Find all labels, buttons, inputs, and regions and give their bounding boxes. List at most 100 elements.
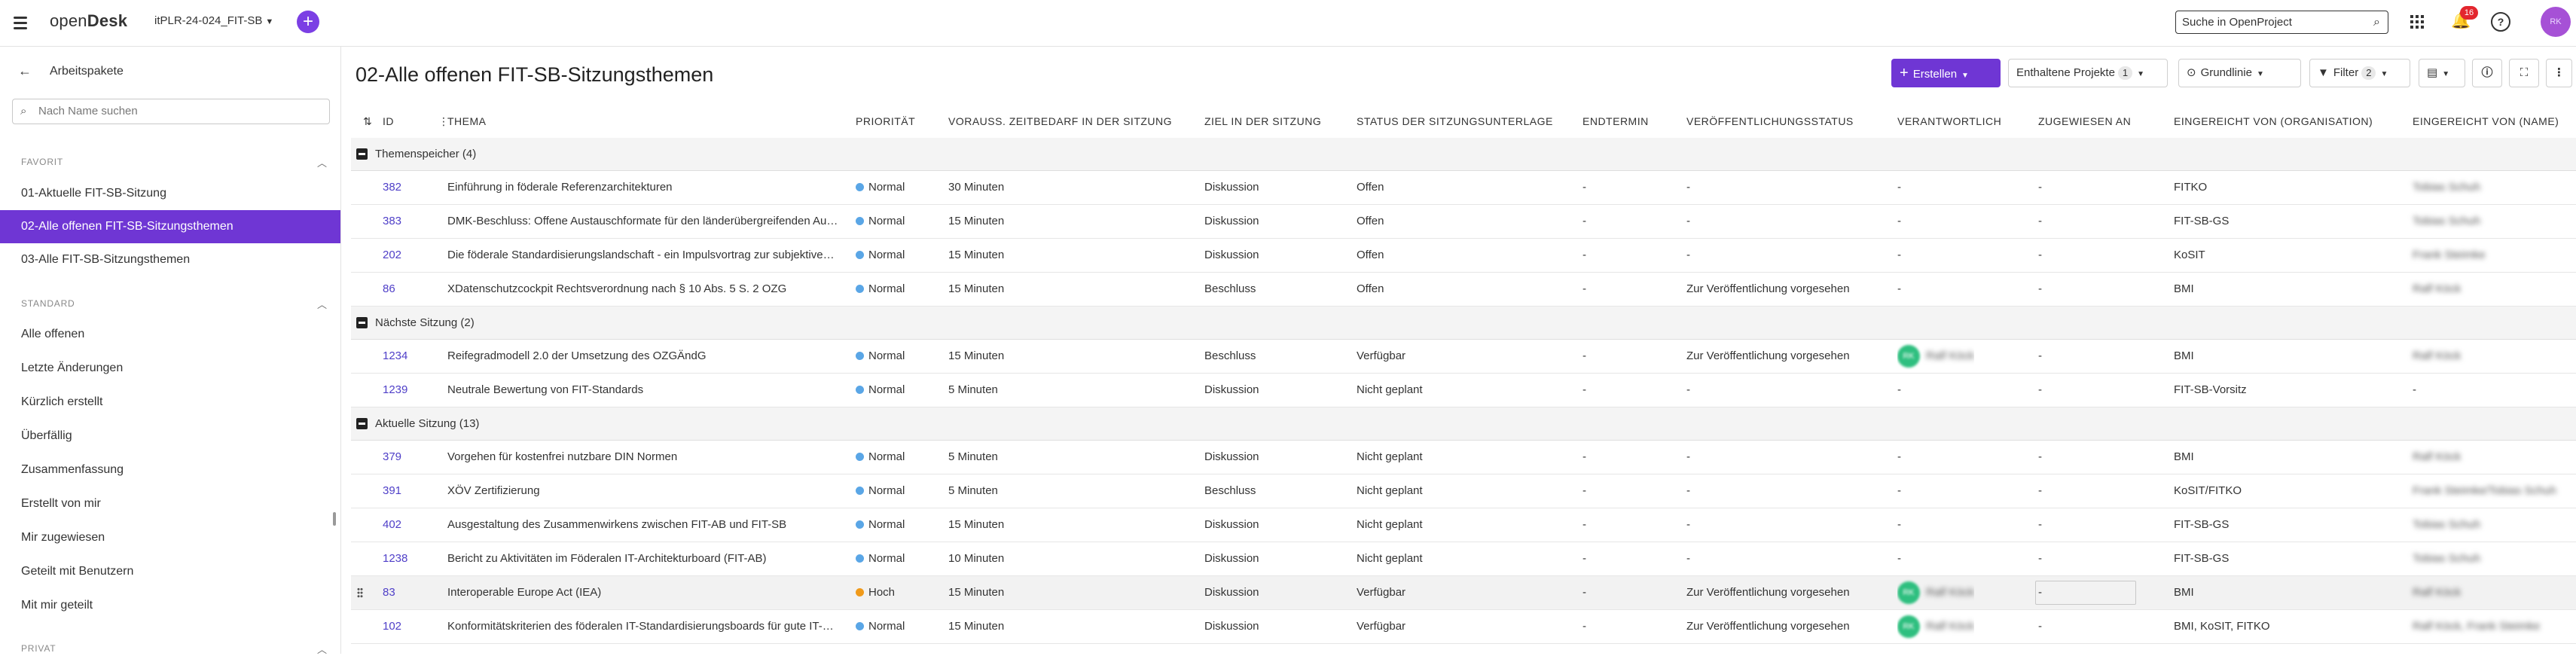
time-estimate-cell[interactable]: 5 Minuten [948, 474, 998, 508]
table-row[interactable]: 102 Konformitätskriterien des föderalen I… [351, 610, 2576, 644]
work-package-id-link[interactable]: 1239 [383, 374, 407, 407]
submitter-name-cell[interactable]: Frank Steimke/Tobias Schuh [2413, 474, 2571, 508]
collapse-group-icon[interactable] [356, 148, 368, 160]
submitter-organisation-cell[interactable]: BMI [2174, 273, 2400, 306]
time-estimate-cell[interactable]: 5 Minuten [948, 374, 998, 407]
time-estimate-cell[interactable]: 15 Minuten [948, 340, 1004, 373]
goal-cell[interactable]: Diskussion [1204, 205, 1259, 238]
work-package-id-link[interactable]: 202 [383, 239, 401, 272]
column-header-ziel[interactable]: ZIEL IN DER SITZUNG [1204, 105, 1321, 138]
create-button[interactable]: + Erstellen ▼ [1891, 59, 2001, 87]
publication-status-cell[interactable]: Zur Veröffentlichung vorgesehen [1686, 576, 1890, 609]
included-projects-button[interactable]: Enthaltene Projekte 1 ▼ [2008, 59, 2168, 87]
sidebar-item-erstellt-von-mir[interactable]: Erstellt von mir [0, 487, 340, 520]
work-package-subject[interactable]: Einführung in föderale Referenzarchitekt… [447, 171, 839, 204]
publication-status-cell[interactable]: Zur Veröffentlichung vorgesehen [1686, 610, 1890, 643]
priority-cell[interactable]: Normal [856, 441, 905, 474]
priority-cell[interactable]: Normal [856, 542, 905, 575]
drag-handle-icon[interactable] [357, 587, 363, 598]
time-estimate-cell[interactable]: 15 Minuten [948, 508, 1004, 542]
responsible-cell[interactable]: RK Ralf Köck [1897, 610, 1974, 643]
work-package-subject[interactable]: XÖV Zertifizierung [447, 474, 839, 508]
publication-status-cell[interactable]: - [1686, 205, 1890, 238]
goal-cell[interactable]: Diskussion [1204, 542, 1259, 575]
work-package-subject[interactable]: XDatenschutzcockpit Rechtsverordnung nac… [447, 273, 839, 306]
column-header-prioritaet[interactable]: PRIORITÄT [856, 105, 915, 138]
work-package-id-link[interactable]: 1234 [383, 340, 407, 373]
collapse-group-icon[interactable] [356, 317, 368, 328]
submitter-name-cell[interactable]: Tobias Schuh [2413, 542, 2571, 575]
assignee-cell[interactable]: - [2038, 474, 2042, 508]
responsible-cell[interactable]: - [1897, 441, 1901, 474]
document-status-cell[interactable]: Nicht geplant [1357, 441, 1423, 474]
priority-cell[interactable]: Normal [856, 273, 905, 306]
column-header-status-unterlage[interactable]: STATUS DER SITZUNGSUNTERLAGE [1357, 105, 1553, 138]
sidebar-item-geteilt-mit-benutzern[interactable]: Geteilt mit Benutzern [0, 555, 340, 588]
document-status-cell[interactable]: Nicht geplant [1357, 374, 1423, 407]
submitter-organisation-cell[interactable]: BMI [2174, 340, 2400, 373]
work-package-subject[interactable]: Konformitätskriterien des föderalen IT-S… [447, 610, 839, 643]
responsible-cell[interactable]: - [1897, 273, 1901, 306]
sidebar-item-aktuelle-sitzung[interactable]: 01-Aktuelle FIT-SB-Sitzung [0, 177, 340, 210]
time-estimate-cell[interactable]: 30 Minuten [948, 171, 1004, 204]
goal-cell[interactable]: Diskussion [1204, 374, 1259, 407]
due-date-cell[interactable]: - [1583, 542, 1586, 575]
sidebar-item-zusammenfassung[interactable]: Zusammenfassung [0, 453, 340, 487]
responsible-cell[interactable]: - [1897, 508, 1901, 542]
time-estimate-cell[interactable]: 15 Minuten [948, 239, 1004, 272]
app-grid-icon[interactable] [2410, 15, 2424, 29]
submitter-name-cell[interactable]: Ralf Köck [2413, 340, 2571, 373]
submitter-name-cell[interactable]: Tobias Schuh [2413, 205, 2571, 238]
goal-cell[interactable]: Diskussion [1204, 239, 1259, 272]
details-view-button[interactable]: ⓘ [2472, 59, 2502, 87]
column-header-id[interactable]: ID [383, 105, 394, 138]
work-package-subject[interactable]: Die föderale Standardisierungslandschaft… [447, 239, 839, 272]
table-row[interactable]: 86 XDatenschutzcockpit Rechtsverordnung n… [351, 273, 2576, 307]
document-status-cell[interactable]: Offen [1357, 239, 1384, 272]
filter-button[interactable]: ▼ Filter 2 ▼ [2309, 59, 2410, 87]
column-header-zugewiesen-an[interactable]: ZUGEWIESEN AN [2038, 105, 2131, 138]
assignee-edit-field[interactable] [2035, 581, 2136, 605]
document-status-cell[interactable]: Offen [1357, 273, 1384, 306]
assignee-cell[interactable]: - [2038, 441, 2042, 474]
assignee-cell[interactable]: - [2038, 576, 2042, 609]
assignee-cell[interactable]: - [2038, 205, 2042, 238]
table-row[interactable]: 402 Ausgestaltung des Zusammenwirkens zwi… [351, 508, 2576, 542]
sidebar-search-input[interactable]: ⌕ Nach Name suchen [12, 99, 330, 124]
document-status-cell[interactable]: Nicht geplant [1357, 542, 1423, 575]
due-date-cell[interactable]: - [1583, 273, 1586, 306]
due-date-cell[interactable]: - [1583, 441, 1586, 474]
publication-status-cell[interactable]: - [1686, 508, 1890, 542]
table-row[interactable]: 383 DMK-Beschluss: Offene Austauschformat… [351, 205, 2576, 239]
due-date-cell[interactable]: - [1583, 340, 1586, 373]
goal-cell[interactable]: Diskussion [1204, 508, 1259, 542]
column-header-verantwortlich[interactable]: VERANTWORTLICH [1897, 105, 2001, 138]
work-package-subject[interactable]: Ausgestaltung des Zusammenwirkens zwisch… [447, 508, 839, 542]
collapse-group-icon[interactable] [356, 418, 368, 429]
submitter-organisation-cell[interactable]: FIT-SB-GS [2174, 542, 2400, 575]
publication-status-cell[interactable]: - [1686, 441, 1890, 474]
assignee-cell[interactable]: - [2038, 340, 2042, 373]
responsible-cell[interactable]: - [1897, 474, 1901, 508]
submitter-organisation-cell[interactable]: BMI [2174, 441, 2400, 474]
more-actions-button[interactable]: ⋮ [2546, 59, 2572, 87]
user-avatar[interactable]: RK [2541, 7, 2571, 37]
assignee-cell[interactable]: - [2038, 610, 2042, 643]
assignee-cell[interactable]: - [2038, 542, 2042, 575]
due-date-cell[interactable]: - [1583, 205, 1586, 238]
fullscreen-button[interactable]: ⛶ [2509, 59, 2539, 87]
work-package-id-link[interactable]: 382 [383, 171, 401, 204]
sidebar-scrollbar[interactable] [333, 512, 336, 526]
work-package-id-link[interactable]: 391 [383, 474, 401, 508]
priority-cell[interactable]: Normal [856, 239, 905, 272]
table-row[interactable]: 83 Interoperable Europe Act (IEA) Hoch 15 M… [351, 576, 2576, 610]
responsible-cell[interactable]: RK Ralf Köck [1897, 340, 1974, 373]
sort-icon[interactable]: ⇅ [363, 105, 372, 138]
work-package-id-link[interactable]: 102 [383, 610, 401, 643]
publication-status-cell[interactable]: - [1686, 239, 1890, 272]
work-package-id-link[interactable]: 1238 [383, 542, 407, 575]
time-estimate-cell[interactable]: 5 Minuten [948, 441, 998, 474]
chevron-up-icon[interactable]: ︿ [317, 155, 327, 169]
priority-cell[interactable]: Normal [856, 171, 905, 204]
goal-cell[interactable]: Beschluss [1204, 474, 1256, 508]
